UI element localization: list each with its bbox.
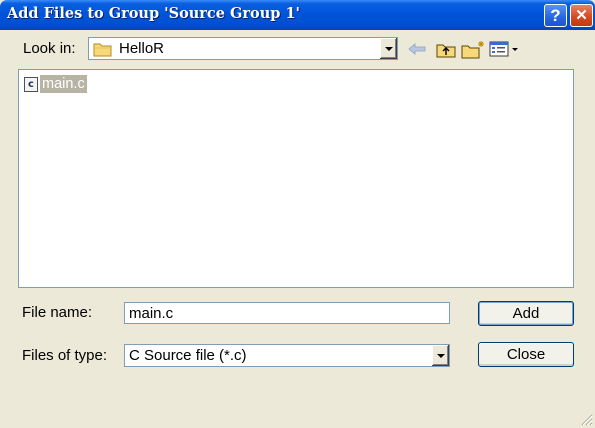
add-files-dialog: Add Files to Group 'Source Group 1' ? ✕ …: [0, 0, 595, 428]
close-button[interactable]: Close: [478, 342, 574, 367]
list-item-name: main.c: [40, 75, 87, 93]
list-item[interactable]: c main.c: [24, 75, 87, 93]
look-in-combo[interactable]: HelloR: [88, 37, 398, 60]
add-button-label: Add: [512, 305, 540, 322]
look-in-label: Look in:: [23, 40, 76, 57]
files-of-type-label: Files of type:: [22, 347, 108, 364]
file-name-label: File name:: [22, 304, 93, 321]
help-button[interactable]: ?: [544, 4, 567, 27]
file-list[interactable]: c main.c: [18, 69, 574, 288]
look-in-value: HelloR: [119, 40, 165, 57]
new-folder-icon[interactable]: [460, 38, 486, 60]
look-in-dropdown-button[interactable]: [379, 38, 397, 59]
dialog-title: Add Files to Group 'Source Group 1': [7, 5, 300, 22]
close-button-label: Close: [506, 346, 546, 363]
title-bar[interactable]: Add Files to Group 'Source Group 1' ? ✕: [0, 0, 595, 30]
files-of-type-value: C Source file (*.c): [129, 347, 247, 364]
c-source-file-icon: c: [24, 76, 38, 92]
back-arrow-icon[interactable]: [406, 38, 428, 60]
add-button[interactable]: Add: [478, 301, 574, 326]
view-menu-icon[interactable]: [488, 38, 520, 60]
file-name-input[interactable]: main.c: [124, 302, 450, 324]
close-icon: ✕: [575, 7, 588, 24]
up-folder-icon[interactable]: [434, 38, 458, 60]
help-icon: ?: [550, 6, 561, 25]
resize-grip-icon[interactable]: [580, 413, 593, 426]
files-of-type-combo[interactable]: C Source file (*.c): [124, 344, 450, 367]
folder-icon: [93, 43, 112, 57]
close-window-button[interactable]: ✕: [570, 4, 593, 27]
files-of-type-dropdown-button[interactable]: [431, 345, 449, 366]
